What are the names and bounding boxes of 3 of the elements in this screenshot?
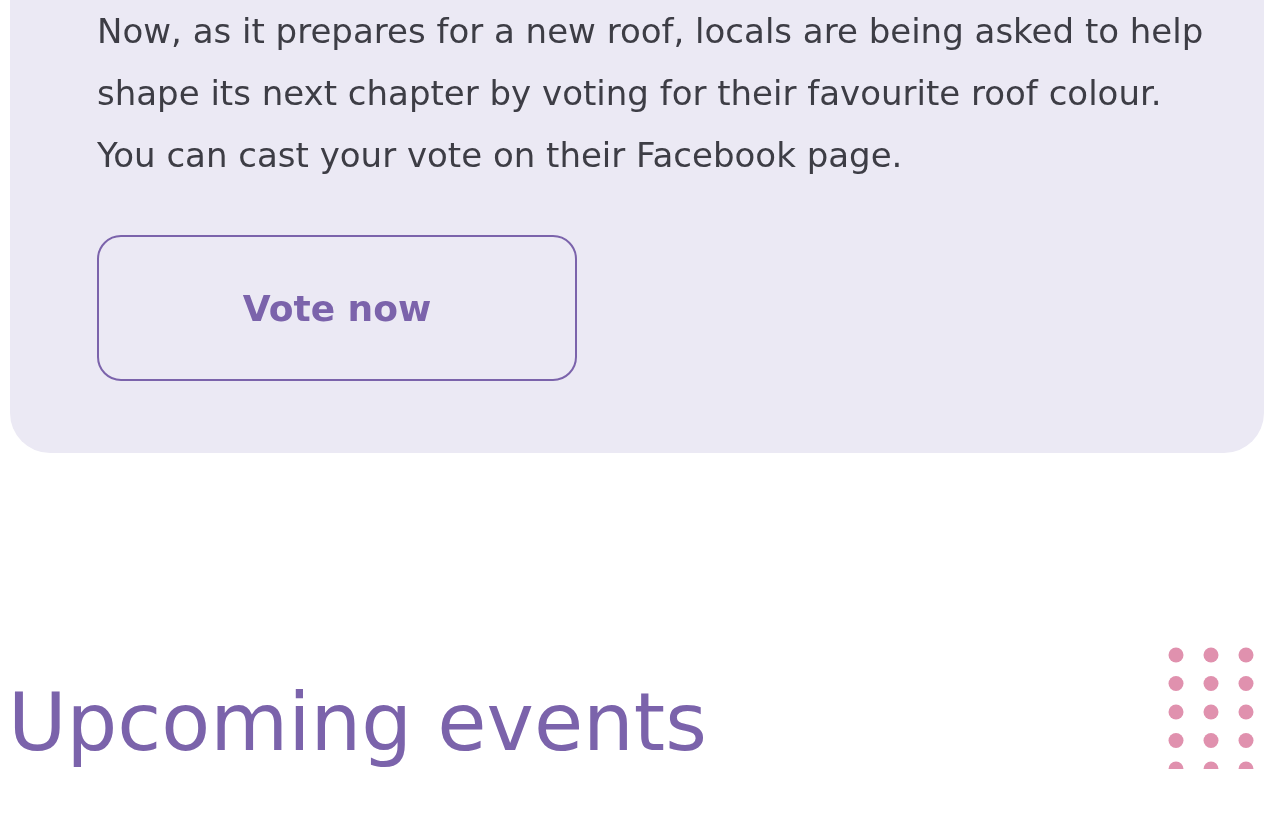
paragraph: Now, as it prepares for a new roof, locals are being asked to help shape its next chapter by voting for their favourite roof colour. You can cast your vote on their Facebook page. (97, 10, 1205, 177)
vote-button[interactable]: Vote now (97, 235, 577, 381)
section-heading: Upcoming events (8, 677, 707, 769)
